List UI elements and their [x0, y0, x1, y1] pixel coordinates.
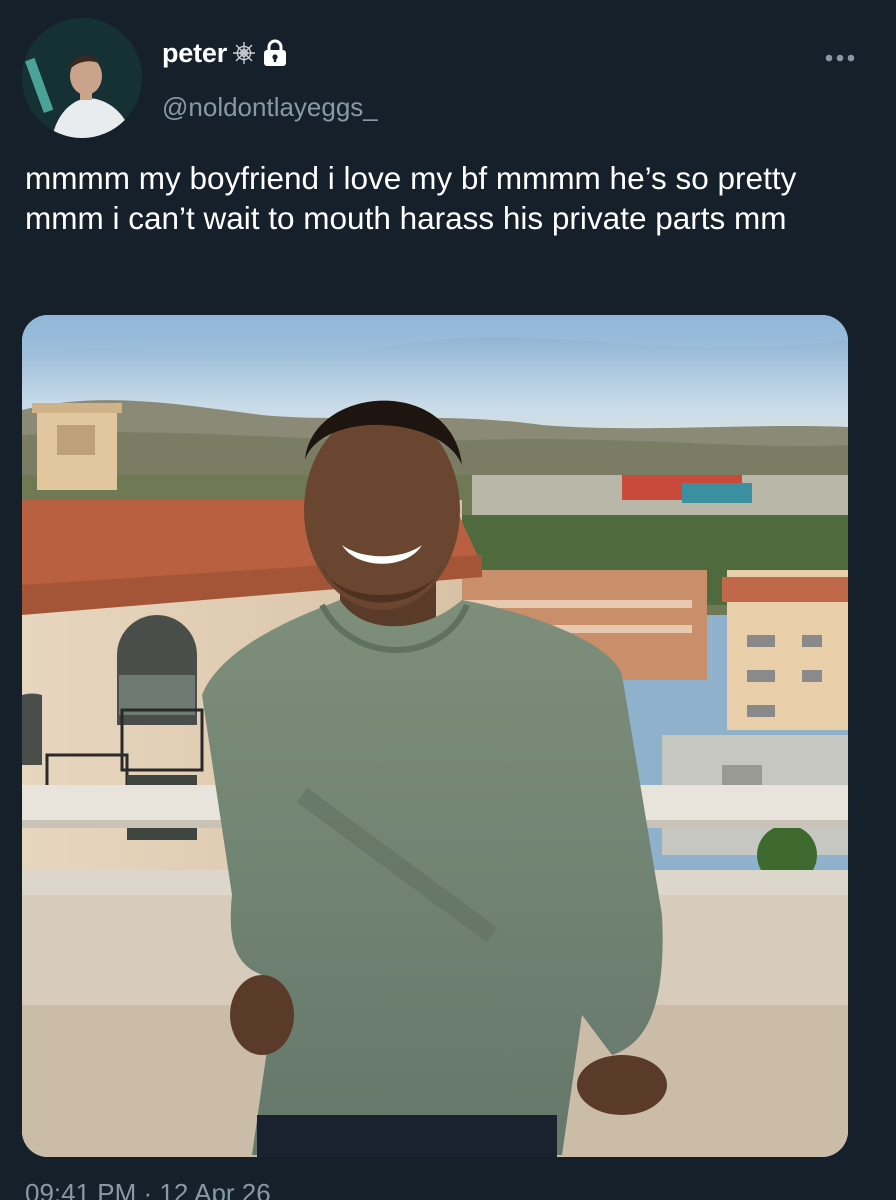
tweet-media-photo[interactable] — [22, 315, 848, 1157]
lock-icon — [261, 38, 289, 68]
user-handle[interactable]: @noldontlayeggs_ — [162, 92, 378, 123]
tweet-timestamp[interactable]: 09:41 PM · 12 Apr 26 — [25, 1178, 271, 1200]
spider-web-icon — [231, 40, 257, 66]
tweet: peter @noldontlayeggs_ mmmm my boyfriend… — [0, 0, 896, 1200]
more-horizontal-icon — [825, 54, 855, 62]
more-options-button[interactable] — [812, 40, 868, 76]
name-row: peter — [162, 36, 289, 70]
avatar-photo — [22, 18, 142, 138]
tweet-text: mmmm my boyfriend i love my bf mmmm he’s… — [25, 160, 806, 236]
photo-image — [22, 315, 848, 1157]
display-name[interactable]: peter — [162, 38, 227, 69]
avatar[interactable] — [22, 18, 142, 138]
